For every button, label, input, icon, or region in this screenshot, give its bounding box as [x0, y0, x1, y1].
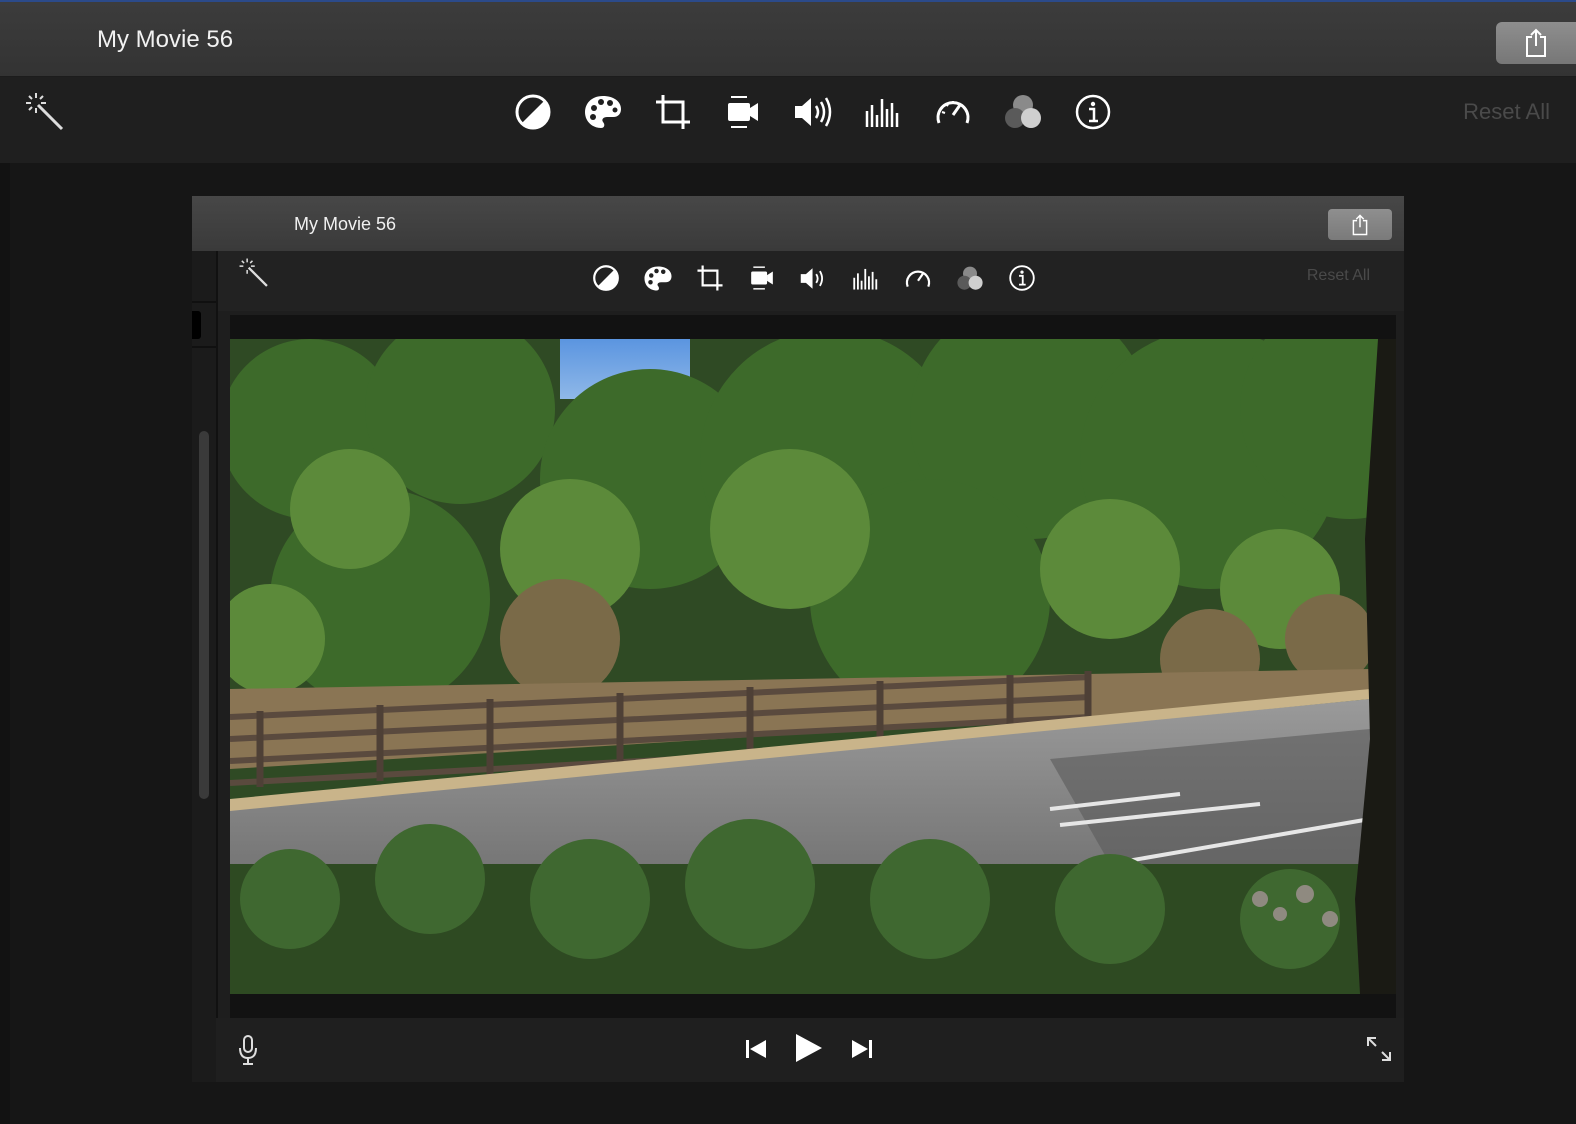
clip-info-button[interactable]: [1058, 92, 1128, 132]
nested-clip-filter-button[interactable]: [944, 260, 996, 296]
nested-stabilization-button[interactable]: [736, 260, 788, 296]
palette-icon: [585, 96, 621, 128]
magic-wand-icon: [239, 258, 268, 287]
title-bar: My Movie 56: [0, 0, 1576, 77]
share-button[interactable]: [1496, 22, 1576, 64]
nested-sidebar: [192, 251, 218, 1082]
vertical-scrollbar[interactable]: [199, 431, 209, 799]
nested-share-button[interactable]: [1328, 209, 1392, 240]
microphone-icon: [239, 1035, 257, 1065]
nested-noise-reduction-button[interactable]: [840, 260, 892, 296]
filter-icon: [957, 266, 983, 290]
equalizer-icon: [865, 99, 899, 127]
info-icon: [1075, 94, 1111, 130]
noise-reduction-button[interactable]: [848, 92, 918, 132]
voiceover-button[interactable]: [238, 1034, 258, 1066]
color-balance-icon: [593, 265, 619, 291]
play-button[interactable]: [794, 1032, 824, 1064]
reset-all-button[interactable]: Reset All: [1463, 99, 1550, 125]
volume-button[interactable]: [778, 92, 848, 132]
nested-auto-enhance-button[interactable]: [238, 257, 272, 291]
color-balance-button[interactable]: [498, 92, 568, 132]
crop-icon: [656, 95, 690, 129]
left-panel: [0, 163, 10, 1124]
skip-forward-button[interactable]: [850, 1038, 874, 1060]
nested-crop-button[interactable]: [684, 260, 736, 296]
adjustments-toolbar: Reset All: [0, 77, 1576, 163]
nested-title-bar: My Movie 56: [192, 196, 1404, 251]
volume-icon: [795, 97, 832, 127]
video-viewer: [230, 315, 1396, 1018]
nested-window-title: My Movie 56: [294, 214, 397, 234]
playback-controls: [216, 1018, 1404, 1082]
stabilization-button[interactable]: [708, 92, 778, 132]
nested-color-balance-button[interactable]: [580, 260, 632, 296]
nested-color-correction-button[interactable]: [632, 260, 684, 296]
video-frame-scene: [230, 339, 1396, 994]
play-icon: [796, 1034, 822, 1062]
nested-speed-button[interactable]: [892, 260, 944, 296]
info-icon: [1009, 265, 1035, 291]
speedometer-icon: [936, 101, 970, 124]
nested-clip-info-button[interactable]: [996, 260, 1048, 296]
fullscreen-button[interactable]: [1366, 1036, 1392, 1062]
filter-icon: [1005, 95, 1041, 128]
clip-filter-button[interactable]: [988, 92, 1058, 132]
equalizer-icon: [853, 268, 878, 290]
color-balance-icon: [515, 94, 551, 130]
speed-button[interactable]: [918, 92, 988, 132]
color-correction-button[interactable]: [568, 92, 638, 132]
magic-wand-icon: [26, 93, 64, 131]
skip-back-icon: [746, 1040, 766, 1058]
skip-forward-icon: [852, 1040, 872, 1058]
nested-app-window: My Movie 56 Reset All: [192, 196, 1404, 1082]
window-title: My Movie 56: [97, 26, 234, 53]
nested-volume-button[interactable]: [788, 260, 840, 296]
nested-adjustments-toolbar: Reset All: [192, 251, 1404, 311]
share-icon: [1352, 213, 1368, 235]
skip-back-button[interactable]: [744, 1038, 768, 1060]
palette-icon: [644, 266, 672, 290]
sidebar-tab[interactable]: [192, 311, 201, 339]
crop-button[interactable]: [638, 92, 708, 132]
divider: [192, 346, 216, 348]
camera-icon: [728, 96, 758, 128]
auto-enhance-button[interactable]: [24, 91, 66, 133]
fullscreen-icon: [1367, 1037, 1391, 1061]
share-icon: [1526, 28, 1546, 57]
camera-icon: [751, 266, 773, 290]
video-frame[interactable]: [230, 339, 1396, 994]
crop-icon: [697, 265, 723, 291]
volume-icon: [800, 267, 824, 289]
nested-reset-all-button[interactable]: Reset All: [1307, 267, 1370, 285]
speedometer-icon: [905, 270, 931, 287]
divider: [192, 301, 216, 303]
